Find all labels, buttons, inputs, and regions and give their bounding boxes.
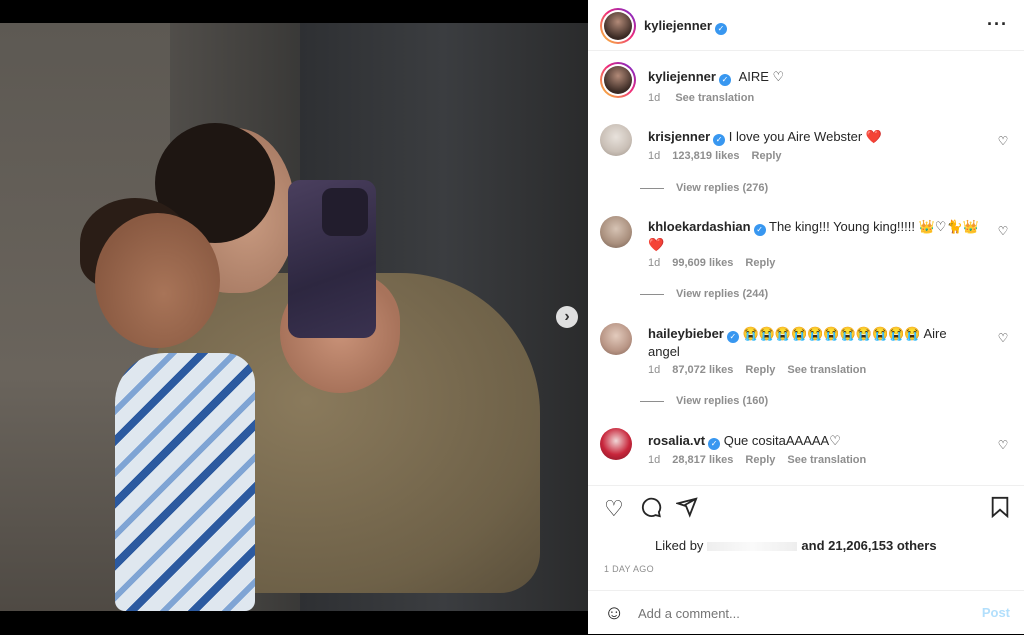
verified-icon: ✓ — [714, 23, 727, 35]
view-replies-link[interactable]: View replies (160) — [640, 395, 768, 407]
view-replies-link[interactable]: View replies (276) — [640, 182, 768, 194]
photo-baby-pajama — [115, 353, 255, 611]
post-image[interactable] — [0, 23, 588, 611]
photo-baby-face — [95, 213, 220, 348]
reply-button[interactable]: Reply — [745, 257, 775, 269]
commenter-username[interactable]: krisjenner — [648, 129, 710, 144]
post-side-panel: kyliejenner ✓ ··· kyliejenner ✓ AIRE ♡ 1d … — [588, 0, 1024, 634]
comment-text: Que cositaAAAAA♡ — [723, 433, 841, 448]
comment-like-heart-icon[interactable]: ♡ — [996, 224, 1010, 238]
comment-time: 1d — [648, 150, 661, 162]
view-replies-link[interactable]: View replies (244) — [640, 288, 768, 300]
caption-text: AIRE ♡ — [738, 69, 785, 84]
see-translation-link[interactable]: See translation — [787, 364, 866, 376]
author-username[interactable]: kyliejenner — [644, 18, 712, 33]
likes-count[interactable]: and 21,206,153 others — [801, 538, 936, 553]
comment-likes[interactable]: 87,072 likes — [672, 364, 733, 376]
caption-username[interactable]: kyliejenner — [648, 69, 716, 84]
reply-button[interactable]: Reply — [745, 454, 775, 466]
liked-by-prefix: Liked by — [655, 538, 704, 553]
comment-time: 1d — [648, 454, 661, 466]
verified-icon: ✓ — [726, 331, 739, 343]
likes-summary[interactable]: Liked by and 21,206,153 others — [655, 538, 937, 553]
caption-time: 1d — [648, 92, 661, 104]
emoji-icon[interactable]: ☺ — [604, 602, 624, 625]
reply-button[interactable]: Reply — [752, 150, 782, 162]
caption-avatar[interactable] — [600, 62, 636, 98]
comment-likes[interactable]: 28,817 likes — [672, 454, 733, 466]
commenter-avatar[interactable] — [600, 428, 632, 460]
comment-like-heart-icon[interactable]: ♡ — [996, 134, 1010, 148]
commenter-avatar[interactable] — [600, 124, 632, 156]
author-avatar[interactable] — [600, 8, 636, 44]
add-comment-input[interactable] — [636, 600, 960, 626]
see-translation-link[interactable]: See translation — [787, 454, 866, 466]
post-actions: ♡ Liked by and 21,206,153 others 1 DAY AG… — [588, 485, 1024, 591]
more-options-icon[interactable]: ··· — [987, 14, 1008, 35]
commenter-avatar[interactable] — [600, 216, 632, 248]
save-bookmark-icon[interactable] — [990, 496, 1010, 524]
comment-time: 1d — [648, 257, 661, 269]
commenter-avatar[interactable] — [600, 323, 632, 355]
comment-like-heart-icon[interactable]: ♡ — [996, 438, 1010, 452]
comment-time: 1d — [648, 364, 661, 376]
verified-icon: ✓ — [713, 134, 726, 146]
share-send-icon[interactable] — [674, 496, 698, 524]
post-header: kyliejenner ✓ ··· — [588, 0, 1024, 51]
comment-likes[interactable]: 99,609 likes — [672, 257, 733, 269]
commenter-username[interactable]: khloekardashian — [648, 219, 751, 234]
comment-like-heart-icon[interactable]: ♡ — [996, 331, 1010, 345]
photo-phone-camera — [322, 188, 368, 236]
post-comment-button[interactable]: Post — [982, 605, 1010, 620]
verified-icon: ✓ — [718, 74, 731, 86]
commenter-username[interactable]: haileybieber — [648, 326, 724, 341]
add-comment-bar: ☺ Post — [588, 590, 1024, 635]
comment-likes[interactable]: 123,819 likes — [672, 150, 739, 162]
commenter-username[interactable]: rosalia.vt — [648, 433, 705, 448]
verified-icon: ✓ — [753, 224, 766, 236]
comment-bubble-icon[interactable] — [640, 496, 662, 524]
verified-icon: ✓ — [708, 438, 721, 450]
reply-button[interactable]: Reply — [745, 364, 775, 376]
post-timestamp[interactable]: 1 DAY AGO — [604, 564, 654, 574]
see-translation-link[interactable]: See translation — [675, 92, 754, 104]
next-slide-button[interactable]: › — [556, 306, 578, 328]
like-heart-icon[interactable]: ♡ — [604, 496, 624, 522]
blurred-username — [707, 542, 798, 552]
comment-text: I love you Aire Webster ❤️ — [728, 129, 883, 144]
